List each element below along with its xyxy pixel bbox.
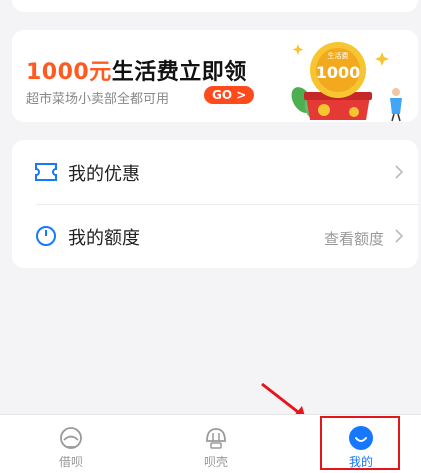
go-button[interactable]: GO > <box>204 86 255 104</box>
chevron-right-icon <box>395 165 404 179</box>
tab-jiebei[interactable]: 借呗 <box>26 415 116 473</box>
badge-top-text: 生活费 <box>328 51 349 60</box>
promo-amount: 1000元 <box>26 60 112 85</box>
menu-item-label: 我的优惠 <box>68 164 140 185</box>
top-card <box>12 0 418 12</box>
view-limit-link[interactable]: 查看额度 <box>324 228 384 249</box>
tab-label: 借呗 <box>58 455 83 469</box>
coin-reward-illustration: 生活费 1000 <box>291 42 402 122</box>
menu-item-label: 我的额度 <box>68 228 140 249</box>
chevron-right-icon <box>395 229 404 243</box>
menu-card: 我的优惠 我的额度 查看额度 <box>12 140 418 268</box>
tab-beike[interactable]: 呗壳 <box>171 415 261 473</box>
menu-item-my-limit[interactable]: 我的额度 查看额度 <box>12 204 418 268</box>
jiebei-icon <box>60 427 82 449</box>
promo-banner[interactable]: 1000元生活费立即领 超市菜场小卖部全都可用 GO > 生活费 1000 <box>12 30 418 122</box>
promo-subtitle: 超市菜场小卖部全都可用 <box>26 92 170 107</box>
clock-icon <box>36 226 56 246</box>
coupon-icon <box>35 163 57 181</box>
red-highlight-box <box>320 416 400 470</box>
promo-title: 1000元生活费立即领 <box>26 54 247 86</box>
badge-value-text: 1000 <box>316 63 361 82</box>
tab-label: 呗壳 <box>203 455 228 469</box>
menu-item-my-coupons[interactable]: 我的优惠 <box>12 140 418 204</box>
promo-title-text: 生活费立即领 <box>111 60 247 85</box>
beike-icon <box>206 428 226 449</box>
